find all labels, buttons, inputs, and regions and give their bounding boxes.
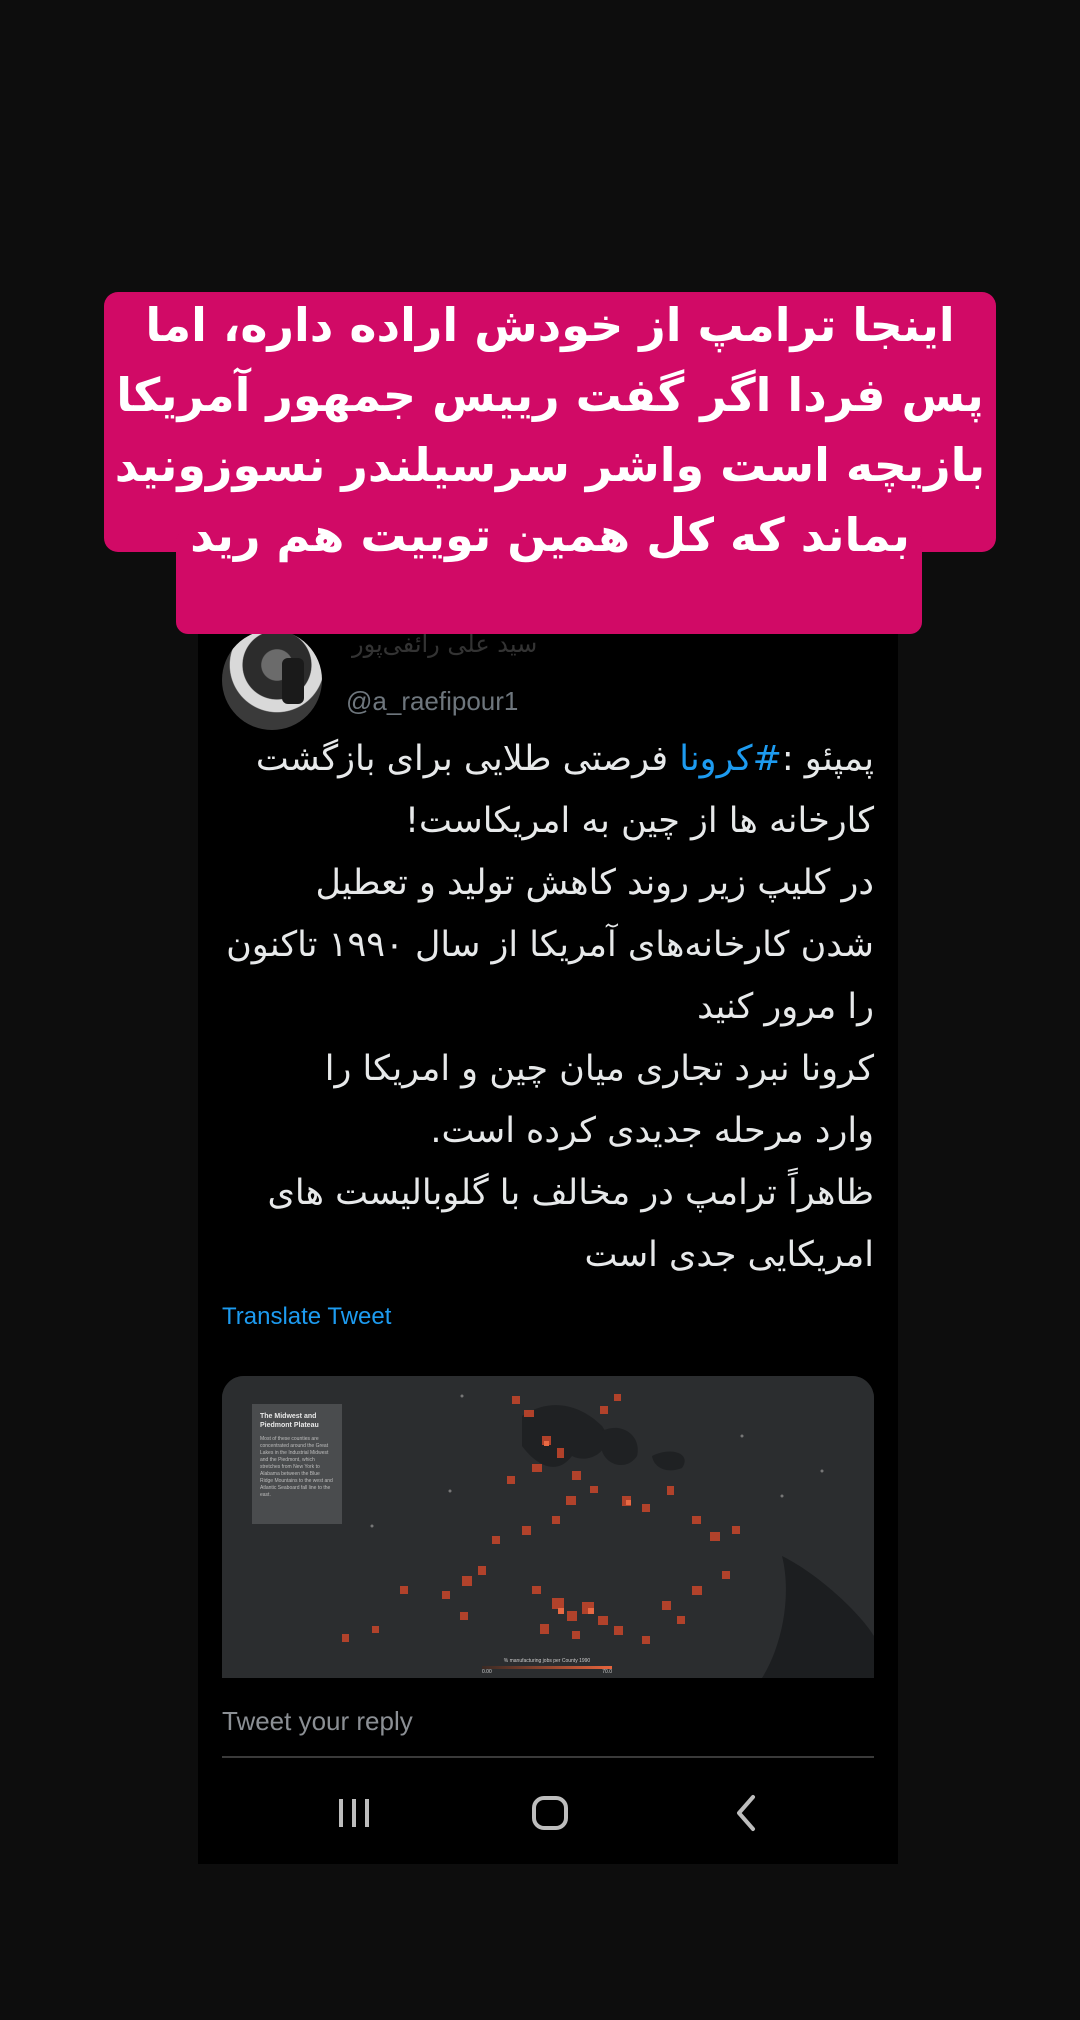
tweet-line: امریکایی جدی است xyxy=(584,1235,874,1275)
translate-tweet-link[interactable]: Translate Tweet xyxy=(222,1303,391,1331)
system-nav-bar xyxy=(198,1764,898,1864)
tweet-line: کارخانه ها از چین به امریکاست! xyxy=(405,801,874,841)
caption-line: پس فردا اگر گفت رییس جمهور آمریکا xyxy=(116,368,984,422)
microphone-icon xyxy=(282,658,304,704)
tweet-screen: سید علی رائفی‌پور @a_raefipour1 پمپئو :#… xyxy=(198,600,898,1864)
reply-divider xyxy=(222,1756,874,1758)
overlay-caption: اینجا ترامپ از خودش اراده داره، اما پس ف… xyxy=(100,290,1000,570)
map-legend-range: 0.00 70.0 xyxy=(482,1669,612,1675)
caption-line: اینجا ترامپ از خودش اراده داره، اما xyxy=(145,298,955,352)
caption-line: بازیچه است واشر سرسیلندر نسوزونید xyxy=(114,438,986,492)
back-icon xyxy=(737,1795,755,1831)
tweet-line: وارد مرحله جدیدی کرده است. xyxy=(430,1111,874,1151)
tweet-line: شدن کارخانه‌های آمریکا از سال ۱۹۹۰ تاکنو… xyxy=(226,925,874,965)
tweet-media-video[interactable]: The Midwest and Piedmont Plateau Most of… xyxy=(222,1376,874,1678)
tweet-text: پمپئو :#کرونا فرصتی طلایی برای بازگشت کا… xyxy=(222,728,874,1286)
map-legend-min: 0.00 xyxy=(482,1669,492,1675)
map-info-title: The Midwest and Piedmont Plateau xyxy=(260,1413,319,1429)
map-legend: % manufacturing jobs per County 1990 0.0… xyxy=(482,1658,612,1675)
display-name[interactable]: سید علی رائفی‌پور xyxy=(352,630,537,658)
tweet-line: ظاهراً ترامپ در مخالف با گلوبالیست های xyxy=(267,1173,874,1213)
avatar[interactable] xyxy=(222,630,322,730)
tweet-text-segment: پمپئو : xyxy=(781,739,874,779)
recent-apps-button[interactable] xyxy=(324,1788,384,1838)
reply-bar: Tweet your reply xyxy=(198,1678,898,1764)
reply-input[interactable]: Tweet your reply xyxy=(222,1706,413,1737)
caption-line: بماند که کل همین توییت هم رید xyxy=(190,508,910,562)
tweet-header: سید علی رائفی‌پور @a_raefipour1 xyxy=(222,630,874,730)
map-info-box: The Midwest and Piedmont Plateau Most of… xyxy=(252,1404,342,1524)
recent-apps-icon xyxy=(339,1799,369,1827)
map-info-text: Most of these counties are concentrated … xyxy=(260,1436,333,1498)
hashtag-link[interactable]: #کرونا xyxy=(679,739,782,779)
tweet-line: را مرور کنید xyxy=(697,987,874,1027)
home-icon xyxy=(532,1796,568,1830)
tweet-line: در کلیپ زیر روند کاهش تولید و تعطیل xyxy=(315,863,874,903)
tweet-line: پمپئو :#کرونا فرصتی طلایی برای بازگشت xyxy=(222,728,874,790)
map-legend-max: 70.0 xyxy=(602,1669,612,1675)
tweet-text-segment: فرصتی طلایی برای بازگشت xyxy=(255,739,680,779)
user-handle[interactable]: @a_raefipour1 xyxy=(346,686,518,717)
back-button[interactable] xyxy=(716,1788,776,1838)
tweet-line: کرونا نبرد تجاری میان چین و امریکا را xyxy=(324,1049,874,1089)
map-legend-label: % manufacturing jobs per County 1990 xyxy=(503,1658,591,1664)
home-button[interactable] xyxy=(520,1788,580,1838)
